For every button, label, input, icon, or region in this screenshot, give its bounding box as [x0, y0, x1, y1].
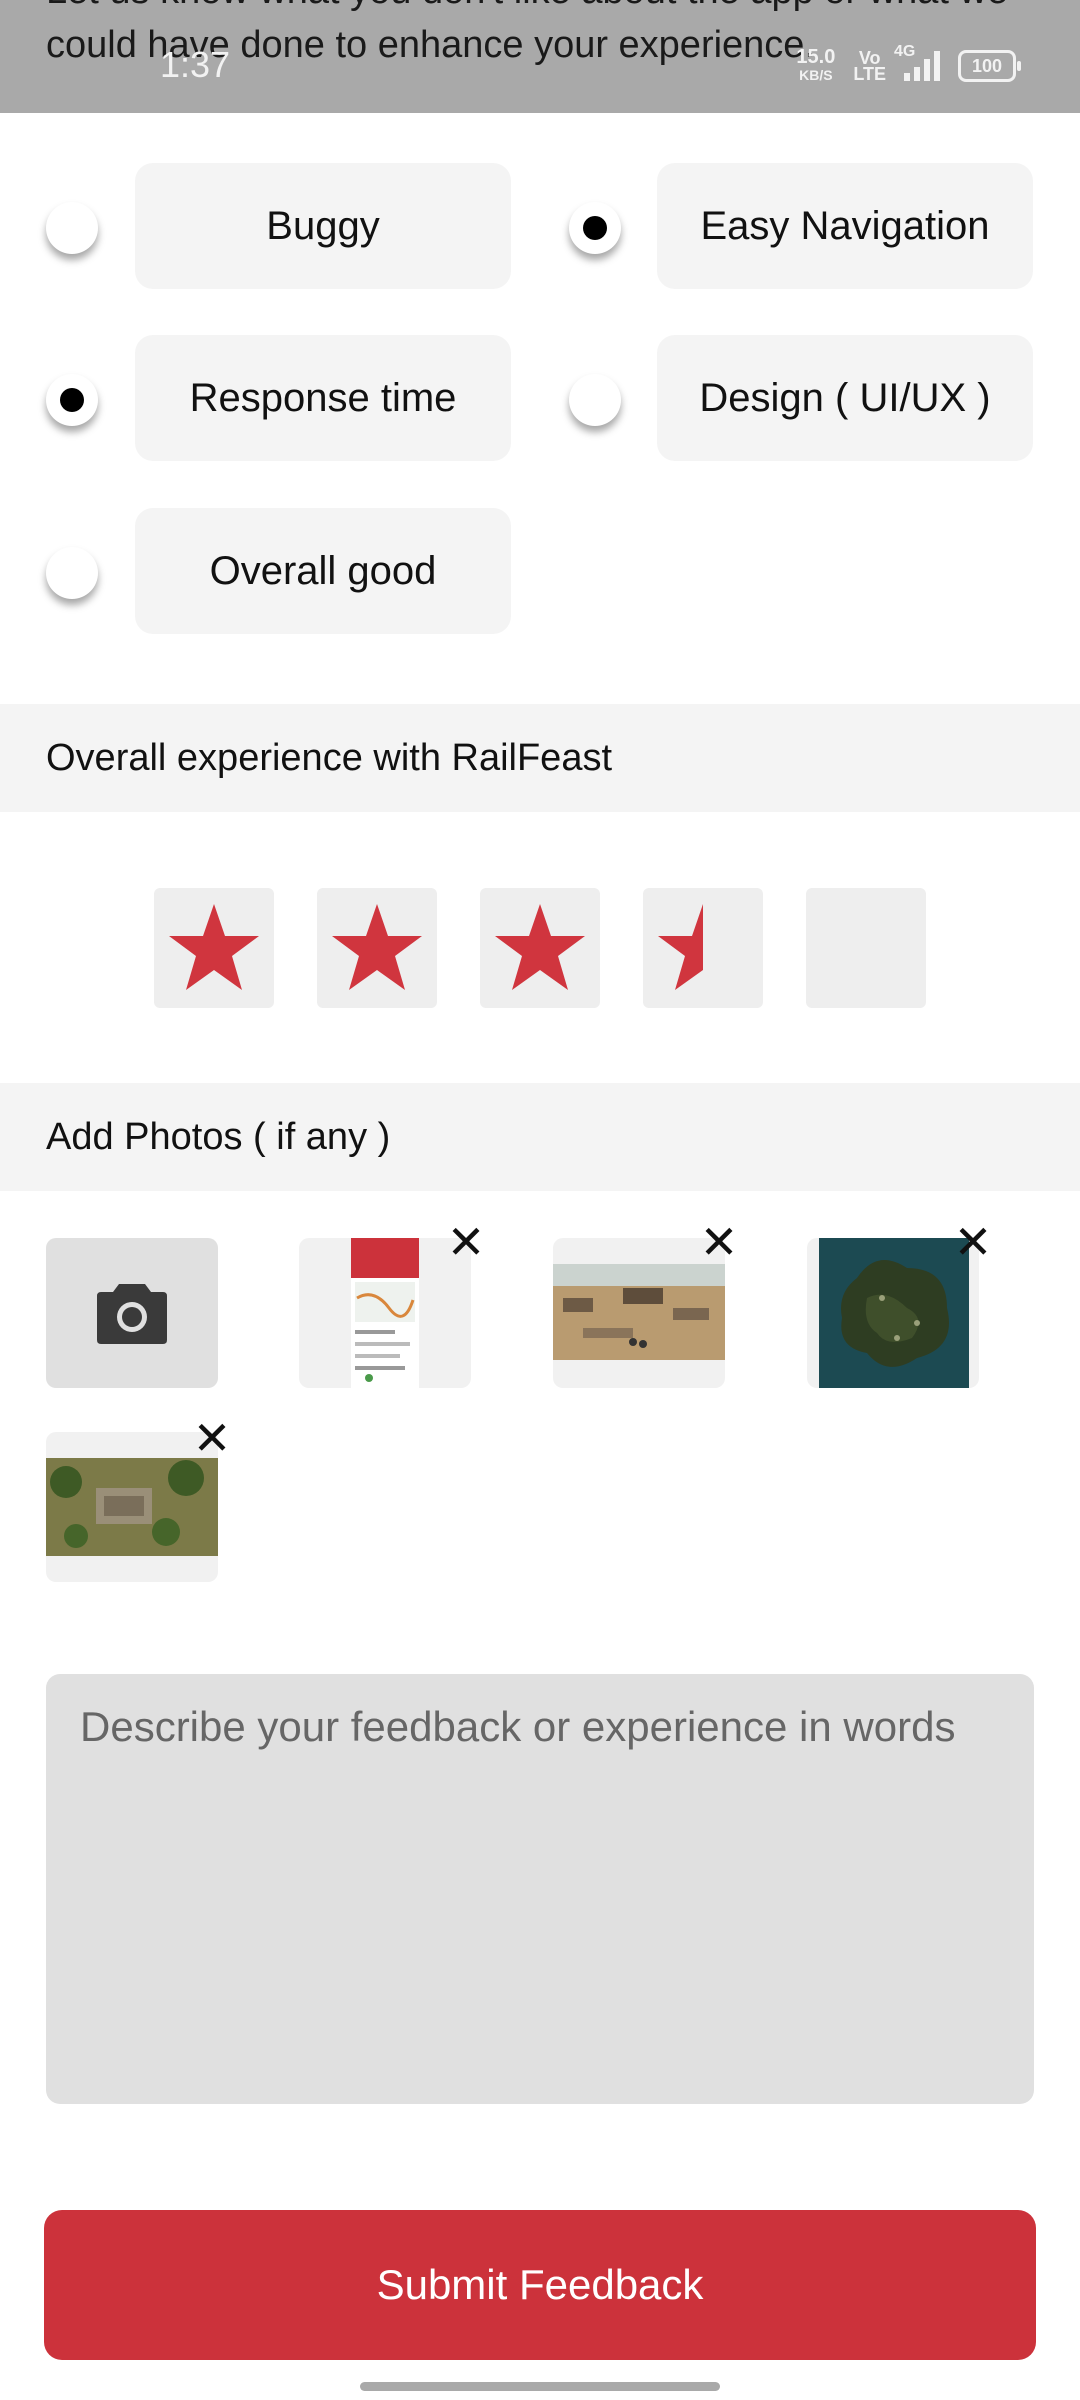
radio-buggy[interactable] [46, 202, 98, 254]
star-4[interactable] [643, 888, 763, 1008]
star-1[interactable] [154, 888, 274, 1008]
option-easy-navigation[interactable]: Easy Navigation [657, 163, 1033, 289]
option-label: Design ( UI/UX ) [699, 375, 991, 420]
radio-design-ui-ux[interactable] [569, 374, 621, 426]
rating-heading: Overall experience with RailFeast [46, 736, 613, 779]
battery-level: 100 [971, 56, 1003, 76]
option-label: Easy Navigation [700, 203, 990, 248]
camera-icon [97, 1284, 167, 1344]
status-bar: Let us know what you don't like about th… [0, 0, 1080, 113]
radio-overall-good[interactable] [46, 547, 98, 599]
option-label: Buggy [266, 203, 380, 248]
submit-feedback-button[interactable]: Submit Feedback [44, 2210, 1036, 2360]
signal-icon: 4G [894, 43, 940, 81]
status-indicators: 15.0 KB/S Vo LTE 4G 100 [796, 43, 1021, 84]
network-gen: 4G [894, 43, 916, 60]
add-photo-button[interactable] [46, 1238, 218, 1388]
radio-response-time[interactable] [46, 374, 98, 426]
clock: 1:37 [160, 44, 231, 85]
option-label: Response time [189, 375, 457, 420]
feedback-textarea[interactable] [80, 1700, 1000, 2078]
remove-photo-1-icon[interactable]: ✕ [444, 1219, 488, 1265]
network-speed-value: 15.0 [796, 46, 836, 68]
home-indicator [360, 2382, 720, 2391]
star-3[interactable] [480, 888, 600, 1008]
remove-photo-3-icon[interactable]: ✕ [951, 1219, 995, 1265]
remove-photo-2-icon[interactable]: ✕ [697, 1219, 741, 1265]
feedback-textarea-container [46, 1674, 1034, 2104]
star-icon [169, 904, 259, 990]
network-speed: 15.0 KB/S [796, 46, 836, 84]
option-buggy[interactable]: Buggy [135, 163, 511, 289]
star-icon [658, 904, 703, 990]
battery-icon: 100 [958, 50, 1021, 82]
photos-section-header: Add Photos ( if any ) [0, 1083, 1080, 1191]
option-design-ui-ux[interactable]: Design ( UI/UX ) [657, 335, 1033, 461]
remove-photo-4-icon[interactable]: ✕ [190, 1415, 234, 1461]
star-icon [495, 904, 585, 990]
photos-heading: Add Photos ( if any ) [46, 1115, 391, 1158]
option-label: Overall good [209, 548, 437, 593]
network-speed-unit: KB/S [799, 67, 833, 83]
volte-bottom: LTE [853, 64, 886, 84]
option-response-time[interactable]: Response time [135, 335, 511, 461]
star-5[interactable] [806, 888, 926, 1008]
star-icon [332, 904, 422, 990]
volte-icon: Vo LTE [853, 49, 886, 84]
star-2[interactable] [317, 888, 437, 1008]
radio-easy-navigation[interactable] [569, 202, 621, 254]
rating-section-header: Overall experience with RailFeast [0, 704, 1080, 812]
option-overall-good[interactable]: Overall good [135, 508, 511, 634]
